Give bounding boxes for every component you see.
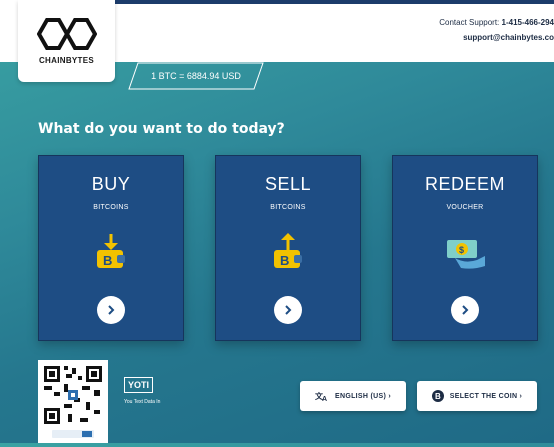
language-button[interactable]: 文 A ENGLISH (US) › <box>300 381 406 411</box>
page-title: What do you want to do today? <box>38 121 285 137</box>
card-title: REDEEM <box>424 174 505 194</box>
translate-icon: 文 A <box>315 391 327 402</box>
card-subtitle: VOUCHER <box>446 204 484 211</box>
buy-go-button[interactable] <box>97 296 125 324</box>
svg-text:B: B <box>435 392 441 401</box>
chainbytes-logo-icon <box>36 18 97 50</box>
svg-text:B: B <box>103 253 112 268</box>
card-subtitle: BITCOINS <box>270 204 306 211</box>
chevron-right-icon <box>285 305 292 315</box>
bitcoin-icon: B <box>431 390 444 402</box>
select-coin-button-label: SELECT THE COIN › <box>449 392 523 400</box>
brand-name: CHAINBYTES <box>38 56 94 65</box>
qr-code <box>38 360 108 443</box>
redeem-voucher-card[interactable]: REDEEM VOUCHER $ <box>392 155 538 341</box>
yoti-badge: YOTI You Text Data In <box>124 373 184 413</box>
wallet-arrow-in-icon: B <box>97 234 125 268</box>
select-coin-button[interactable]: B SELECT THE COIN › <box>417 381 537 411</box>
buy-bitcoins-card[interactable]: BUY BITCOINS B <box>38 155 184 341</box>
card-subtitle: BITCOINS <box>93 204 129 211</box>
wallet-arrow-out-icon: B <box>274 233 302 268</box>
sell-go-button[interactable] <box>274 296 302 324</box>
yoti-logo: YOTI <box>124 377 154 393</box>
top-bar-strip <box>110 0 554 4</box>
svg-text:$: $ <box>459 245 464 255</box>
redeem-go-button[interactable] <box>451 296 479 324</box>
exchange-rate-text: 1 BTC = 6884.94 USD <box>151 71 241 81</box>
hand-cash-icon: $ <box>447 240 485 269</box>
support-phone: 1-415-466-294 <box>501 18 554 27</box>
svg-text:A: A <box>322 396 327 402</box>
support-info: Contact Support: 1-415-466-294 support@c… <box>439 15 554 45</box>
support-email: support@chainbytes.co <box>463 33 554 42</box>
language-button-label: ENGLISH (US) › <box>335 392 391 400</box>
yoti-tagline: You Text Data In <box>124 399 161 405</box>
chevron-right-icon <box>462 305 469 315</box>
card-title: SELL <box>264 174 312 194</box>
brand-logo: CHAINBYTES <box>18 0 115 82</box>
card-title: BUY <box>91 174 131 194</box>
exchange-rate-badge: 1 BTC = 6884.94 USD <box>128 62 264 90</box>
svg-text:B: B <box>280 253 289 268</box>
support-label: Contact Support: <box>439 18 500 27</box>
chevron-right-icon <box>108 305 115 315</box>
qr-code-icon <box>42 364 104 438</box>
sell-bitcoins-card[interactable]: SELL BITCOINS B <box>215 155 361 341</box>
